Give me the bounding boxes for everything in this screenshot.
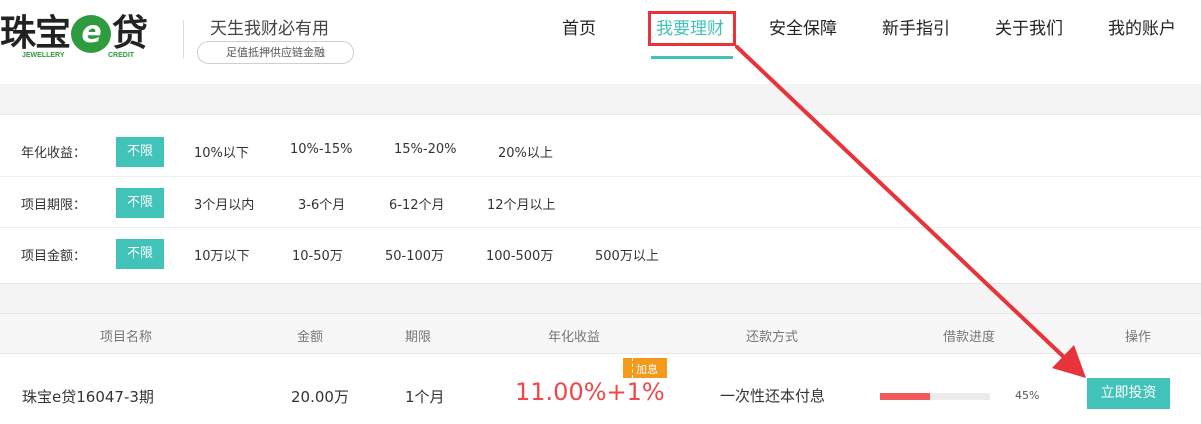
project-rate: 11.00%+1%: [515, 378, 665, 406]
nav-safety[interactable]: 安全保障: [769, 18, 837, 40]
bonus-rate-tag: 加息: [623, 358, 667, 378]
filter-label-amount: 项目金额：: [21, 249, 87, 264]
bonus-tag-stub: [623, 358, 633, 378]
logo-divider: [183, 20, 184, 58]
th-action: 操作: [1125, 330, 1152, 345]
filter-label-rate: 年化收益：: [21, 146, 87, 161]
filter-amount-under10[interactable]: 10万以下: [194, 245, 250, 264]
site-logo[interactable]: 珠宝 e 贷 JEWELLERY CREDIT: [0, 12, 170, 62]
loan-progress-percent: 45%: [1015, 389, 1040, 402]
nav-active-underline: [651, 56, 733, 59]
logo-e-icon: e: [71, 15, 112, 53]
tagline-badge: 足值抵押供应链金融: [197, 41, 354, 64]
project-repay-method: 一次性还本付息: [720, 387, 826, 405]
project-name[interactable]: 珠宝e贷16047-3期: [22, 386, 154, 407]
filter-rate-over20[interactable]: 20%以上: [498, 142, 553, 161]
logo-prefix: 珠宝: [0, 13, 71, 54]
filter-amount-50-100[interactable]: 50-100万: [385, 245, 444, 264]
filter-term-any[interactable]: 不限: [116, 188, 164, 218]
nav-guide[interactable]: 新手指引: [882, 18, 950, 40]
filter-term-under3[interactable]: 3个月以内: [194, 194, 254, 213]
filter-row-rate: 年化收益： 不限 10%以下 10%-15% 15%-20% 20%以上: [0, 125, 1201, 175]
filter-label-term: 项目期限：: [21, 198, 87, 213]
th-repay: 还款方式: [746, 330, 799, 345]
logo-sub-left: JEWELLERY: [22, 52, 65, 59]
th-rate: 年化收益: [548, 330, 601, 345]
filter-rate-any[interactable]: 不限: [116, 137, 164, 167]
invest-now-button[interactable]: 立即投资: [1087, 378, 1170, 409]
filter-term-3-6[interactable]: 3-6个月: [298, 194, 345, 213]
filter-amount-any[interactable]: 不限: [116, 239, 164, 269]
filter-amount-100-500[interactable]: 100-500万: [486, 245, 553, 264]
filter-rate-under10[interactable]: 10%以下: [194, 142, 249, 161]
filter-amount-10-50[interactable]: 10-50万: [292, 245, 343, 264]
filter-row-term: 项目期限： 不限 3个月以内 3-6个月 6-12个月 12个月以上: [0, 176, 1201, 226]
th-term: 期限: [405, 330, 432, 345]
th-progress: 借款进度: [943, 330, 996, 345]
th-amount: 金额: [297, 330, 324, 345]
filter-term-6-12[interactable]: 6-12个月: [389, 194, 445, 213]
logo-sub-right: CREDIT: [108, 52, 135, 59]
project-amount: 20.00万: [291, 388, 349, 406]
filter-amount-over500[interactable]: 500万以上: [595, 245, 659, 264]
filter-row-amount: 项目金额： 不限 10万以下 10-50万 50-100万 100-500万 5…: [0, 227, 1201, 277]
table-header: 项目名称 金额 期限 年化收益 还款方式 借款进度 操作: [0, 314, 1201, 354]
project-term: 1个月: [405, 388, 445, 406]
filter-rate-15-20[interactable]: 15%-20%: [394, 142, 456, 157]
logo-wordmark: 珠宝 e 贷: [0, 12, 148, 56]
nav-about[interactable]: 关于我们: [995, 18, 1063, 40]
bonus-tag-text: 加息: [636, 363, 658, 376]
filter-rate-10-15[interactable]: 10%-15%: [290, 142, 352, 157]
loan-progress-bar: [880, 393, 990, 400]
logo-suffix: 贷: [112, 13, 148, 54]
project-table: 项目名称 金额 期限 年化收益 还款方式 借款进度 操作 珠宝e贷16047-3…: [0, 313, 1201, 424]
slogan: 天生我财必有用: [210, 19, 329, 39]
site-header: 珠宝 e 贷 JEWELLERY CREDIT 天生我财必有用 足值抵押供应链金融 …: [0, 0, 1201, 84]
nav-home[interactable]: 首页: [562, 18, 596, 40]
loan-progress-fill: [880, 393, 930, 400]
filter-panel: 年化收益： 不限 10%以下 10%-15% 15%-20% 20%以上 项目期…: [0, 114, 1201, 284]
annotation-highlight-box: [648, 11, 736, 46]
filter-term-over12[interactable]: 12个月以上: [487, 194, 556, 213]
nav-account[interactable]: 我的账户: [1108, 18, 1176, 40]
th-name: 项目名称: [100, 330, 153, 345]
